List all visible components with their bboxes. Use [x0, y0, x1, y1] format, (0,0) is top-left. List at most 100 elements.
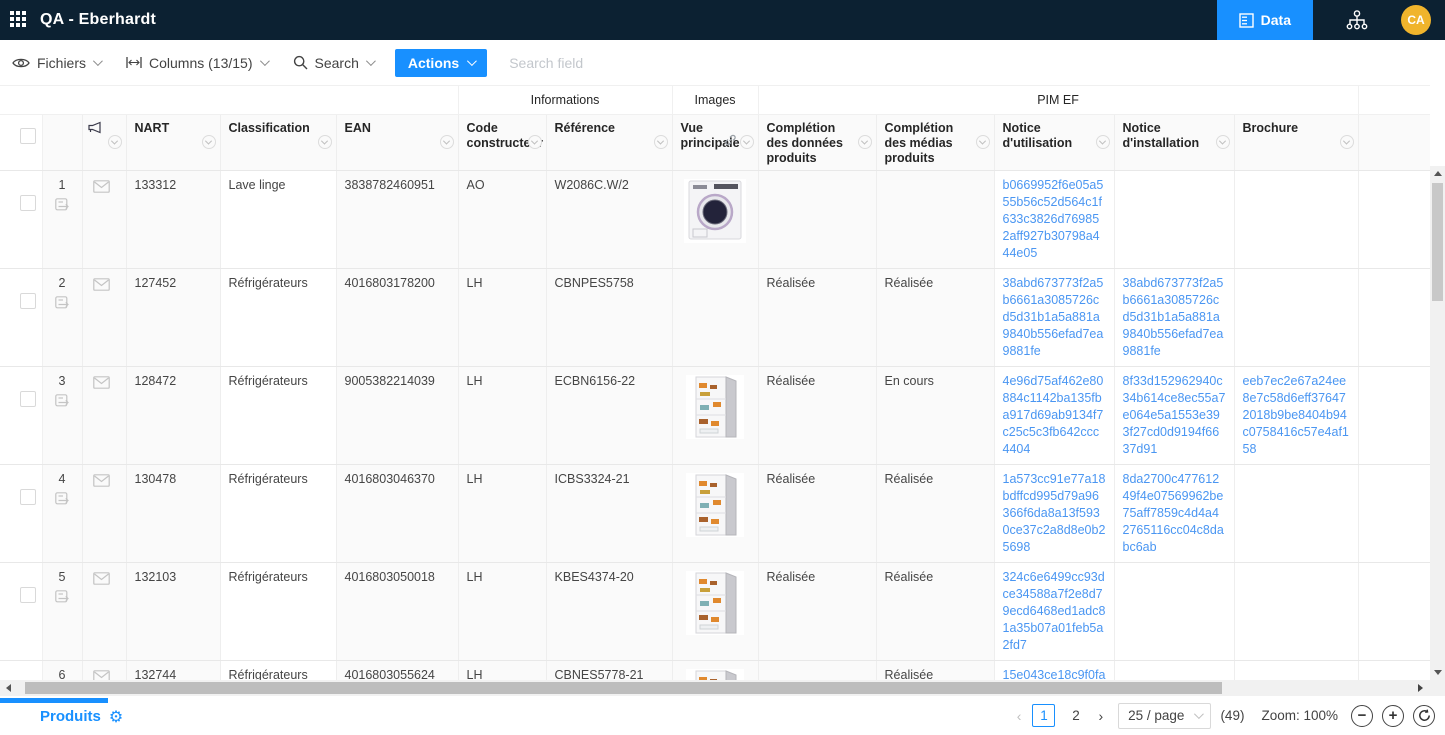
prev-page-button[interactable]: ‹ — [1015, 708, 1024, 724]
row-checkbox[interactable] — [20, 195, 36, 211]
sort-chevron-icon[interactable] — [976, 135, 990, 149]
network-icon[interactable] — [1345, 8, 1369, 32]
scroll-right-arrow[interactable] — [1412, 680, 1428, 696]
vertical-scroll-thumb[interactable] — [1432, 183, 1443, 301]
chevron-down-icon — [259, 56, 269, 66]
refresh-button[interactable] — [1413, 705, 1435, 727]
mail-icon[interactable] — [93, 180, 110, 193]
col-header-ean[interactable]: EAN — [336, 114, 458, 170]
col-header-vue-principale[interactable]: Vue principale — [672, 114, 758, 170]
asset-link[interactable]: 324c6e6499cc93dce34588a7f2e8d79ecd6468ed… — [1003, 570, 1106, 652]
sort-chevron-icon[interactable] — [654, 135, 668, 149]
sort-chevron-icon[interactable] — [1216, 135, 1230, 149]
expand-node-icon[interactable] — [55, 590, 69, 603]
cell-classification: Réfrigérateurs — [220, 268, 336, 366]
cell-ean: 4016803050018 — [336, 562, 458, 660]
col-header-brochure[interactable]: Brochure — [1234, 114, 1358, 170]
asset-link[interactable]: b0669952f6e05a555b56c52d564c1f633c3826d7… — [1003, 178, 1104, 260]
scroll-up-arrow[interactable] — [1430, 166, 1445, 181]
expand-node-icon[interactable] — [55, 492, 69, 505]
asset-link[interactable]: eeb7ec2e67a24ee8e7c58d6eff376472018b9be8… — [1243, 374, 1349, 456]
product-image[interactable] — [684, 179, 746, 243]
expand-node-icon[interactable] — [55, 394, 69, 407]
next-page-button[interactable]: › — [1096, 708, 1105, 724]
fichiers-menu[interactable]: Fichiers — [12, 55, 100, 71]
col-header-code-constructeur[interactable]: Code constructeur — [458, 114, 546, 170]
page-2-button[interactable]: 2 — [1064, 704, 1087, 727]
tab-produits-label: Produits — [40, 708, 101, 725]
sort-chevron-icon[interactable] — [108, 135, 122, 149]
col-header-notice-utilisation[interactable]: Notice d'utilisation — [994, 114, 1114, 170]
asset-link[interactable]: 15e043ce18c9f0fa291cff8f70345c8ee742d9fa… — [1003, 668, 1106, 681]
asset-link[interactable]: 38abd673773f2a5b6661a3085726cd5d31b1a5a8… — [1123, 276, 1224, 358]
vertical-scrollbar[interactable] — [1430, 166, 1445, 680]
product-image[interactable] — [686, 571, 744, 635]
product-image[interactable] — [686, 375, 744, 439]
sort-chevron-icon[interactable] — [740, 135, 754, 149]
column-header-row: NARTClassificationEANCode constructeurRé… — [0, 114, 1430, 170]
sort-chevron-icon[interactable] — [318, 135, 332, 149]
cell-nart: 128472 — [126, 366, 220, 464]
search-input[interactable] — [509, 55, 809, 71]
zoom-out-button[interactable]: − — [1351, 705, 1373, 727]
search-label: Search — [315, 55, 359, 71]
gear-icon[interactable]: ⚙ — [109, 709, 123, 725]
asset-link[interactable]: 8f33d152962940c34b614ce8ec55a7e064e5a155… — [1123, 374, 1226, 456]
sort-chevron-icon[interactable] — [528, 135, 542, 149]
col-header-nart[interactable]: NART — [126, 114, 220, 170]
app-grid-icon[interactable] — [10, 11, 28, 29]
sort-chevron-icon[interactable] — [440, 135, 454, 149]
product-image[interactable] — [686, 669, 744, 681]
zoom-in-button[interactable]: + — [1382, 705, 1404, 727]
horizontal-scrollbar[interactable] — [0, 680, 1445, 696]
search-menu[interactable]: Search — [293, 55, 373, 71]
asset-link[interactable]: 8da2700c47761249f4e07569962be75aff7859c4… — [1123, 472, 1224, 554]
avatar[interactable]: CA — [1401, 5, 1431, 35]
col-header-completion-medias[interactable]: Complétion des médias produits — [876, 114, 994, 170]
row-checkbox[interactable] — [20, 293, 36, 309]
row-checkbox[interactable] — [20, 391, 36, 407]
sort-chevron-icon[interactable] — [1096, 135, 1110, 149]
page-size-select[interactable]: 25 / page — [1118, 703, 1211, 729]
sort-chevron-icon[interactable] — [1340, 135, 1354, 149]
tab-produits[interactable]: Produits ⚙ — [40, 708, 123, 725]
mail-icon[interactable] — [93, 474, 110, 487]
scroll-left-arrow[interactable] — [0, 680, 16, 696]
expand-node-icon[interactable] — [55, 296, 69, 309]
row-number: 1 — [45, 177, 80, 194]
asset-link[interactable]: 4e96d75af462e80884c1142ba135fba917d69ab9… — [1003, 374, 1104, 456]
cell-ean: 4016803046370 — [336, 464, 458, 562]
mail-icon[interactable] — [93, 572, 110, 585]
product-image[interactable] — [686, 473, 744, 537]
link-icon — [724, 134, 737, 151]
eye-icon — [12, 56, 30, 70]
mail-icon[interactable] — [93, 278, 110, 291]
actions-button[interactable]: Actions — [395, 49, 487, 77]
cell-code: LH — [458, 268, 546, 366]
columns-menu[interactable]: Columns (13/15) — [126, 55, 267, 71]
col-header-completion-donnees[interactable]: Complétion des données produits — [758, 114, 876, 170]
mail-icon[interactable] — [93, 670, 110, 681]
empty-cell — [1358, 660, 1430, 680]
expand-node-icon[interactable] — [55, 198, 69, 211]
sort-chevron-icon[interactable] — [202, 135, 216, 149]
data-list-icon — [1239, 13, 1254, 28]
asset-link[interactable]: 1a573cc91e77a18bdffcd995d79a96366f6da8a1… — [1003, 472, 1106, 554]
cell-completion_donnees — [758, 170, 876, 268]
horizontal-scroll-thumb[interactable] — [25, 682, 1222, 694]
columns-label: Columns (13/15) — [149, 55, 253, 71]
sort-chevron-icon[interactable] — [858, 135, 872, 149]
scroll-down-arrow[interactable] — [1430, 665, 1445, 680]
asset-link[interactable]: 38abd673773f2a5b6661a3085726cd5d31b1a5a8… — [1003, 276, 1104, 358]
row-checkbox[interactable] — [20, 489, 36, 505]
page-1-button[interactable]: 1 — [1032, 704, 1055, 727]
col-header-notice-installation[interactable]: Notice d'installation — [1114, 114, 1234, 170]
select-all-checkbox[interactable] — [20, 128, 36, 144]
row-checkbox[interactable] — [20, 587, 36, 603]
mail-icon[interactable] — [93, 376, 110, 389]
col-header-reference[interactable]: Référence — [546, 114, 672, 170]
col-header-classification[interactable]: Classification — [220, 114, 336, 170]
table-row: 5132103Réfrigérateurs4016803050018LHKBES… — [0, 562, 1430, 660]
data-tab[interactable]: Data — [1217, 0, 1313, 40]
cell-nart: 132744 — [126, 660, 220, 680]
